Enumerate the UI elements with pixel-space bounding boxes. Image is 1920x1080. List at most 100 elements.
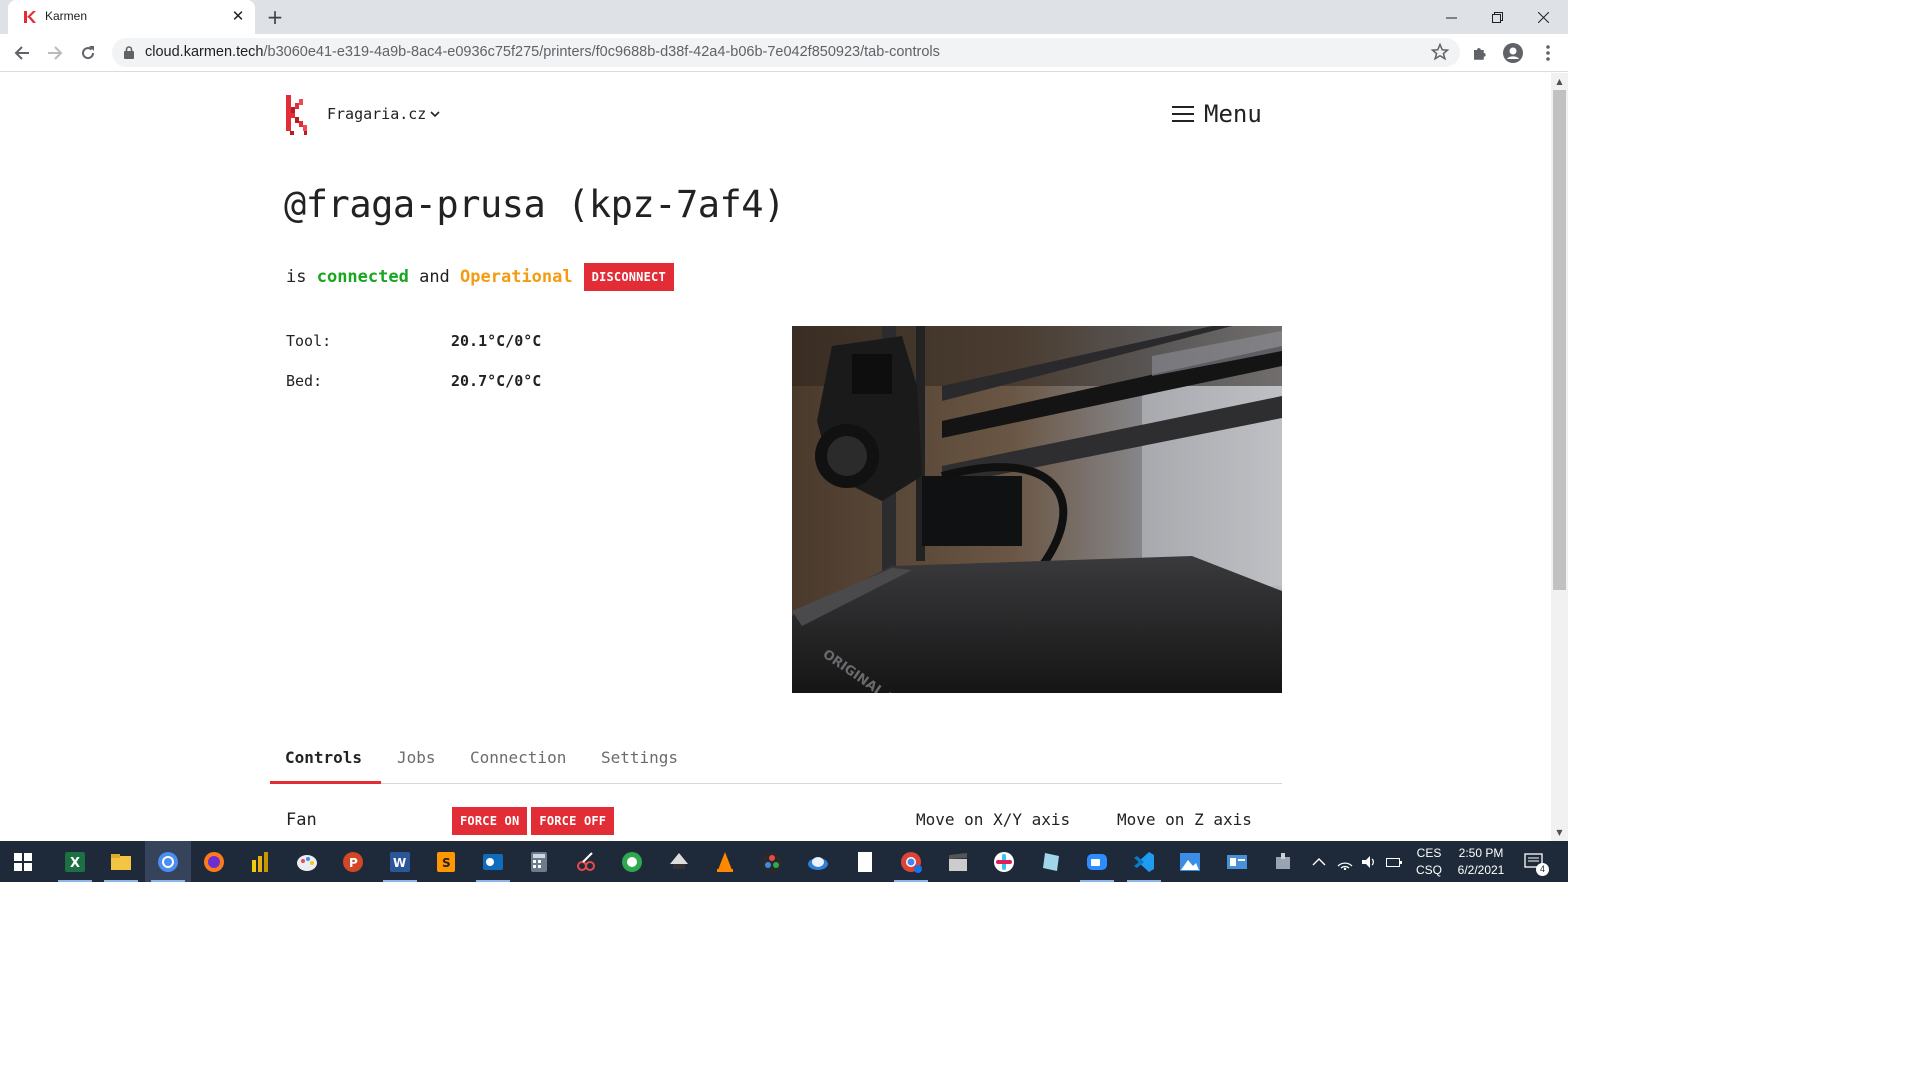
fan-force-on-button[interactable]: FORCE ON xyxy=(452,807,528,835)
action-center-button[interactable]: 4 xyxy=(1524,841,1549,882)
taskbar-greenshot[interactable] xyxy=(609,841,655,882)
scroll-thumb[interactable] xyxy=(1553,90,1566,590)
speaker-icon[interactable] xyxy=(1361,855,1377,869)
url-path: /b3060e41-e319-4a9b-8ac4-e0936c75f275/pr… xyxy=(263,44,940,60)
webcam-stream[interactable]: ORIGINAL PRUSA xyxy=(792,326,1282,693)
disconnect-button[interactable]: DISCONNECT xyxy=(583,263,674,291)
system-tray xyxy=(1312,841,1402,882)
paint-3d-icon xyxy=(1043,852,1059,871)
puzzle-icon xyxy=(1474,48,1486,60)
tab-connection[interactable]: Connection xyxy=(470,736,566,784)
reload-icon xyxy=(82,46,95,60)
taskbar-vlc[interactable] xyxy=(702,841,748,882)
page-scrollbar[interactable]: ▲ ▼ xyxy=(1551,73,1568,841)
taskbar-powerpoint[interactable]: P xyxy=(330,841,376,882)
page-viewport: Fragaria.cz Menu @fraga-prusa (kpz-7af4)… xyxy=(0,73,1551,841)
taskbar-zoom[interactable] xyxy=(1074,841,1120,882)
reload-button[interactable] xyxy=(75,40,101,66)
taskbar-paint-3d[interactable] xyxy=(1028,841,1074,882)
taskbar-calculator[interactable] xyxy=(516,841,562,882)
new-tab-button[interactable]: + xyxy=(264,6,286,28)
taskbar-outlook[interactable] xyxy=(470,841,516,882)
scroll-up-icon[interactable]: ▲ xyxy=(1551,73,1568,90)
karmen-logo[interactable] xyxy=(286,93,312,137)
arrow-left-icon xyxy=(14,46,29,60)
menu-label: Menu xyxy=(1204,100,1262,128)
taskbar-slack[interactable] xyxy=(981,841,1027,882)
taskbar-power-bi[interactable] xyxy=(237,841,283,882)
battery-icon[interactable] xyxy=(1386,856,1402,868)
fan-force-off-button[interactable]: FORCE OFF xyxy=(531,807,615,835)
taskbar-vscode[interactable] xyxy=(1121,841,1167,882)
browser-tab[interactable]: Karmen ✕ xyxy=(8,0,255,34)
davinci-resolve-icon xyxy=(762,851,782,872)
gear-icon xyxy=(1276,852,1290,869)
wifi-icon[interactable] xyxy=(1336,854,1354,870)
organization-switcher[interactable]: Fragaria.cz xyxy=(327,105,440,123)
excel-icon: X xyxy=(65,851,85,872)
taskbar-notepad[interactable] xyxy=(842,841,888,882)
tab-controls[interactable]: Controls xyxy=(270,736,381,784)
keyboard-layout-code: CSQ xyxy=(1416,862,1443,877)
taskbar-word[interactable]: W xyxy=(377,841,423,882)
tab-jobs[interactable]: Jobs xyxy=(397,736,436,784)
back-button[interactable] xyxy=(9,40,35,66)
photos-icon xyxy=(1180,852,1200,871)
window-restore-button[interactable] xyxy=(1474,0,1520,34)
taskbar-photos[interactable] xyxy=(1167,841,1213,882)
input-language-indicator[interactable]: CES CSQ xyxy=(1416,841,1442,882)
bed-temp-value: 20.7°C/0°C xyxy=(451,372,542,390)
outlook-icon xyxy=(483,853,503,870)
svg-text:W: W xyxy=(393,856,406,870)
language-code: CES xyxy=(1416,845,1442,860)
taskbar-firefox[interactable] xyxy=(191,841,237,882)
printer-tabs: Controls Jobs Connection Settings xyxy=(270,736,1282,784)
contact-card-icon xyxy=(1227,854,1247,869)
tool-temp-label: Tool: xyxy=(286,332,332,350)
taskbar-excel[interactable]: X xyxy=(52,841,98,882)
notification-count-badge: 4 xyxy=(1536,863,1549,876)
window-minimize-button[interactable] xyxy=(1428,0,1474,34)
taskbar-file-explorer[interactable] xyxy=(98,841,144,882)
tab-close-icon[interactable]: ✕ xyxy=(230,8,246,24)
taskbar-settings[interactable] xyxy=(1260,841,1306,882)
bookmark-star-icon[interactable] xyxy=(1431,43,1449,61)
connection-status: connected xyxy=(316,267,409,287)
onedrive-icon xyxy=(808,856,828,870)
organization-name: Fragaria.cz xyxy=(327,105,427,123)
windows-logo-icon xyxy=(14,852,32,871)
forward-button[interactable] xyxy=(42,40,68,66)
main-menu-button[interactable]: Menu xyxy=(1172,100,1262,128)
taskbar-davinci-resolve[interactable] xyxy=(749,841,795,882)
taskbar-clapperboard[interactable] xyxy=(935,841,981,882)
scroll-down-icon[interactable]: ▼ xyxy=(1551,824,1568,841)
kebab-menu-icon xyxy=(1546,45,1550,61)
start-button[interactable] xyxy=(0,841,46,882)
profile-button[interactable] xyxy=(1501,41,1525,65)
snipping-tool-icon xyxy=(577,851,595,871)
sublime-text-icon: S xyxy=(437,851,455,872)
tool-temp-value: 20.1°C/0°C xyxy=(451,332,542,350)
vscode-icon xyxy=(1134,851,1154,872)
taskbar-sublime-text[interactable]: S xyxy=(423,841,469,882)
restore-icon xyxy=(1491,11,1503,23)
taskbar-onedrive[interactable] xyxy=(795,841,841,882)
taskbar-chrome-profile[interactable] xyxy=(888,841,934,882)
clock[interactable]: 2:50 PM 6/2/2021 xyxy=(1452,841,1510,882)
tab-settings[interactable]: Settings xyxy=(601,736,678,784)
chevron-up-icon[interactable] xyxy=(1312,857,1326,867)
printer-title: @fraga-prusa (kpz-7af4) xyxy=(284,183,785,226)
lock-icon xyxy=(124,46,134,59)
taskbar-inkscape[interactable] xyxy=(656,841,702,882)
window-close-button[interactable] xyxy=(1520,0,1566,34)
taskbar-outlook-contact[interactable] xyxy=(1214,841,1260,882)
printer-state: Operational xyxy=(460,267,573,287)
browser-menu-button[interactable] xyxy=(1536,41,1560,65)
extensions-button[interactable] xyxy=(1468,41,1492,65)
clock-date: 6/2/2021 xyxy=(1457,862,1505,877)
taskbar-paint[interactable] xyxy=(284,841,330,882)
windows-taskbar: X P W S CES CSQ 2:50 PM 6/2/2021 4 xyxy=(0,841,1568,882)
address-bar[interactable]: cloud.karmen.tech/b3060e41-e319-4a9b-8ac… xyxy=(112,38,1460,67)
taskbar-chrome[interactable] xyxy=(145,841,191,882)
taskbar-snipping-tool[interactable] xyxy=(563,841,609,882)
